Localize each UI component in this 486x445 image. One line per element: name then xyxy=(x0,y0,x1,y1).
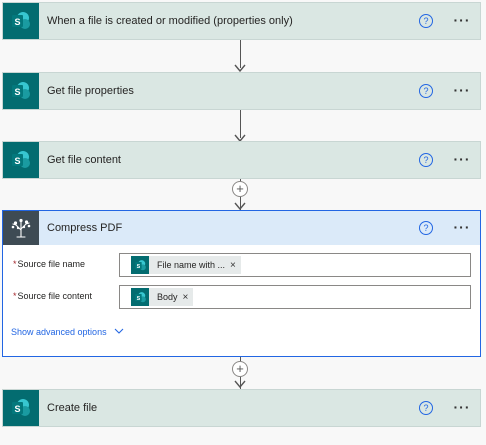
step-title: Get file properties xyxy=(47,85,134,97)
more-icon[interactable]: ··· xyxy=(450,13,474,29)
help-icon[interactable]: ? xyxy=(419,153,433,167)
add-step-icon[interactable]: + xyxy=(232,361,248,377)
dynamic-content-token[interactable]: S Body × xyxy=(131,288,194,306)
more-icon[interactable]: ··· xyxy=(450,400,474,416)
step-compress-pdf: Compress PDF ? ··· *Source file name S F… xyxy=(2,210,481,357)
svg-text:S: S xyxy=(14,156,20,166)
remove-token-icon[interactable]: × xyxy=(230,260,241,271)
step-header[interactable]: Compress PDF ? ··· xyxy=(3,211,480,245)
remove-token-icon[interactable]: × xyxy=(183,292,194,303)
step-create-file[interactable]: S Create file ? ··· xyxy=(2,389,481,427)
source-file-name-input[interactable]: S File name with ... × xyxy=(119,253,471,277)
chevron-down-icon xyxy=(114,328,124,334)
token-label: File name with ... xyxy=(157,260,226,270)
step-get-file-content[interactable]: S Get file content ? ··· xyxy=(2,141,481,179)
help-icon[interactable]: ? xyxy=(419,401,433,415)
svg-text:S: S xyxy=(136,263,140,269)
required-marker: * xyxy=(13,259,17,269)
more-icon[interactable]: ··· xyxy=(450,152,474,168)
svg-text:S: S xyxy=(136,295,140,301)
sharepoint-icon: S xyxy=(3,142,39,178)
sharepoint-icon: S xyxy=(3,3,39,39)
token-label: Body xyxy=(157,292,178,302)
help-icon[interactable]: ? xyxy=(419,221,433,235)
sharepoint-icon: S xyxy=(131,256,149,274)
source-file-content-input[interactable]: S Body × xyxy=(119,285,471,309)
svg-text:S: S xyxy=(14,87,20,97)
arrow-down-icon xyxy=(234,64,246,72)
more-icon[interactable]: ··· xyxy=(450,83,474,99)
help-icon[interactable]: ? xyxy=(419,84,433,98)
add-step-icon[interactable]: + xyxy=(232,181,248,197)
step-title: Create file xyxy=(47,402,98,414)
step-trigger[interactable]: S When a file is created or modified (pr… xyxy=(2,2,481,40)
step-title: Compress PDF xyxy=(47,222,123,234)
sharepoint-icon: S xyxy=(3,390,39,426)
source-file-name-label: *Source file name xyxy=(13,259,86,269)
show-advanced-options-link[interactable]: Show advanced options xyxy=(11,327,124,337)
step-title: When a file is created or modified (prop… xyxy=(47,15,293,27)
step-get-file-properties[interactable]: S Get file properties ? ··· xyxy=(2,72,481,110)
source-file-content-label: *Source file content xyxy=(13,291,93,301)
help-icon[interactable]: ? xyxy=(419,14,433,28)
tree-logo-icon xyxy=(3,211,39,245)
dynamic-content-token[interactable]: S File name with ... × xyxy=(131,256,241,274)
step-title: Get file content xyxy=(47,154,121,166)
required-marker: * xyxy=(13,291,17,301)
more-icon[interactable]: ··· xyxy=(450,220,474,236)
sharepoint-icon: S xyxy=(131,288,149,306)
arrow-down-icon xyxy=(234,380,246,388)
sharepoint-icon: S xyxy=(3,73,39,109)
svg-text:S: S xyxy=(14,17,20,27)
svg-text:S: S xyxy=(14,404,20,414)
arrow-down-icon xyxy=(234,202,246,210)
